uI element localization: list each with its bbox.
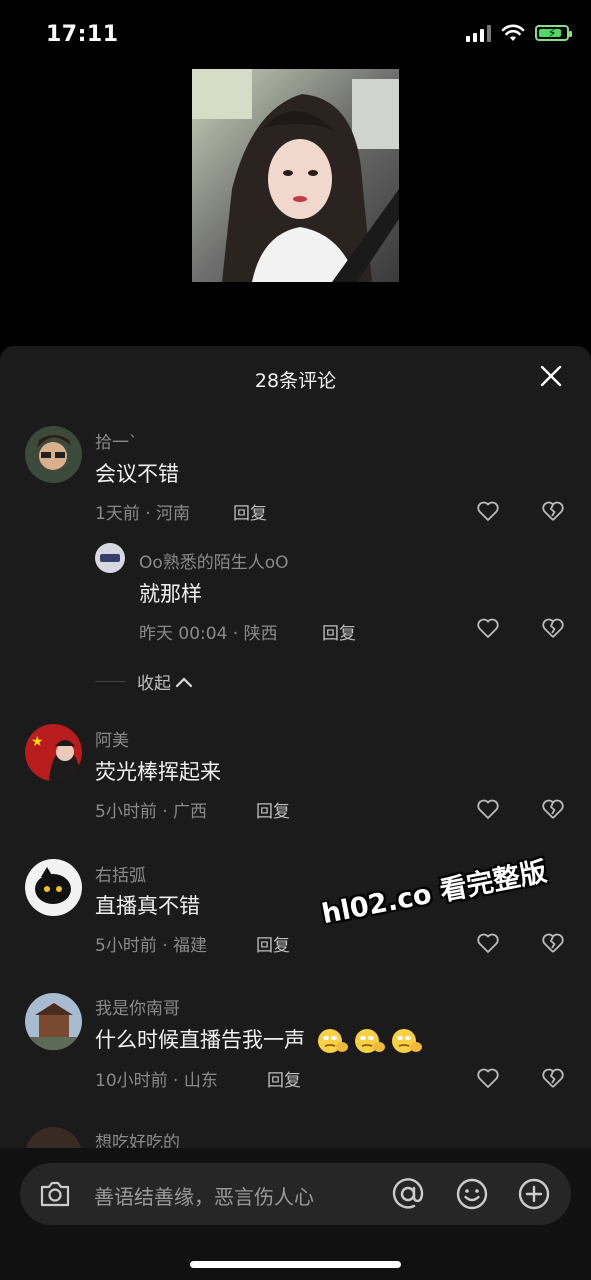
heart-icon[interactable] — [476, 500, 500, 522]
status-icons: ⚡ — [466, 24, 572, 42]
camera-icon[interactable] — [38, 1178, 72, 1210]
avatar[interactable]: ★ — [25, 724, 82, 781]
comment-meta: 10小时前 · 山东 — [95, 1071, 218, 1091]
comment-input-area: 善语结善缘，恶言伤人心 — [0, 1148, 591, 1280]
battery-icon: ⚡ — [535, 25, 572, 41]
avatar[interactable] — [25, 859, 82, 916]
comment-meta: 5小时前 · 福建 — [95, 936, 208, 956]
divider — [95, 681, 125, 682]
comment-text: 荧光棒挥起来 — [95, 760, 221, 784]
wifi-icon — [501, 24, 525, 41]
comment-username[interactable]: 我是你南哥 — [95, 994, 180, 1019]
comment-username[interactable]: 阿美 — [95, 726, 129, 751]
broken-heart-icon[interactable] — [541, 932, 565, 954]
comment-input-bar[interactable]: 善语结善缘，恶言伤人心 — [20, 1163, 571, 1225]
broken-heart-icon[interactable] — [541, 617, 565, 639]
thinking-emoji — [354, 1029, 385, 1053]
broken-heart-icon[interactable] — [541, 798, 565, 820]
svg-text:★: ★ — [31, 734, 44, 750]
comment-meta: 昨天 00:04 · 陕西 — [139, 624, 278, 644]
comment-text: 直播真不错 — [95, 894, 200, 918]
status-bar: 17:11 ⚡ — [0, 0, 591, 72]
smile-icon[interactable] — [454, 1176, 490, 1212]
broken-heart-icon[interactable] — [541, 1067, 565, 1089]
broken-heart-icon[interactable] — [541, 500, 565, 522]
comment-username[interactable]: 拾一` — [95, 428, 138, 453]
comment-text: 什么时候直播告我一声 — [95, 1024, 423, 1055]
avatar[interactable] — [25, 426, 82, 483]
comment-username[interactable]: Oo熟悉的陌生人oO — [139, 548, 289, 573]
reply-button[interactable]: 回复 — [233, 499, 267, 524]
plus-icon[interactable] — [516, 1176, 552, 1212]
signal-icon — [466, 24, 491, 42]
comment-text: 会议不错 — [95, 462, 179, 486]
chevron-up-icon — [175, 676, 193, 687]
comment-count-title: 28条评论 — [254, 370, 337, 392]
reply-button[interactable]: 回复 — [267, 1066, 301, 1091]
reply-button[interactable]: 回复 — [256, 797, 290, 822]
comment-sheet: 28条评论 拾一` 会议不错 1天前 · 河南 回复 Oo熟悉的陌生人oO 就那… — [0, 346, 591, 1280]
status-time: 17:11 — [46, 22, 119, 47]
comment-text-content: 什么时候直播告我一声 — [95, 1028, 305, 1052]
collapse-label: 收起 — [137, 674, 171, 694]
reply-button[interactable]: 回复 — [256, 931, 290, 956]
heart-icon[interactable] — [476, 932, 500, 954]
comment-username[interactable]: 右括弧 — [95, 861, 146, 886]
heart-icon[interactable] — [476, 798, 500, 820]
thinking-emoji — [317, 1029, 348, 1053]
reply-button[interactable]: 回复 — [322, 619, 356, 644]
comment-input-placeholder[interactable]: 善语结善缘，恶言伤人心 — [94, 1181, 314, 1210]
comment-text: 就那样 — [139, 582, 202, 606]
thinking-emoji — [391, 1029, 422, 1053]
avatar[interactable] — [25, 993, 82, 1050]
at-icon[interactable] — [390, 1176, 426, 1212]
heart-icon[interactable] — [476, 1067, 500, 1089]
comment-meta: 5小时前 · 广西 — [95, 802, 208, 822]
close-icon[interactable] — [539, 364, 563, 388]
avatar[interactable] — [95, 543, 125, 573]
collapse-replies-button[interactable]: 收起 — [95, 669, 193, 694]
heart-icon[interactable] — [476, 617, 500, 639]
home-indicator — [190, 1261, 401, 1268]
comment-meta: 1天前 · 河南 — [95, 504, 191, 524]
video-thumbnail[interactable] — [192, 69, 399, 282]
